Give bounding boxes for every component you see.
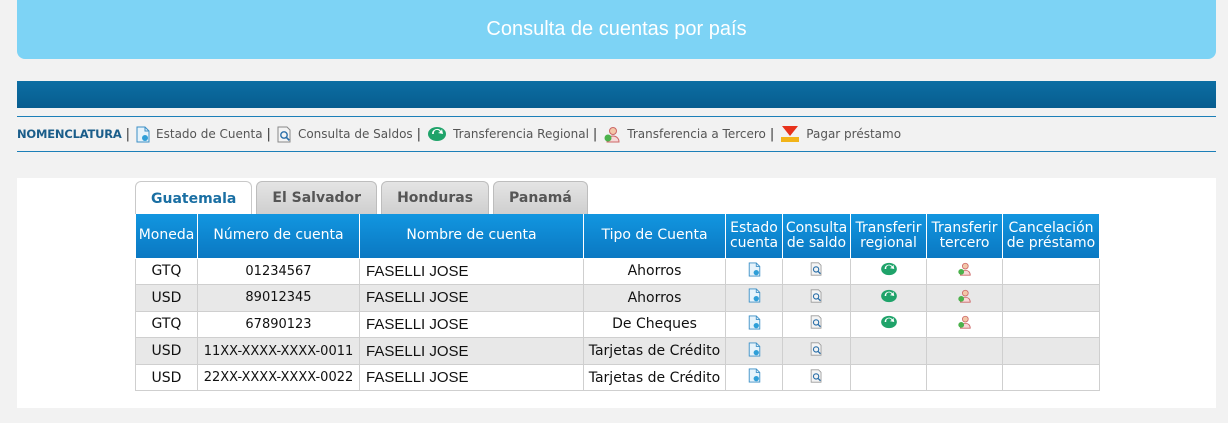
cell-account-type: Tarjetas de Crédito — [583, 363, 726, 392]
cell-regional — [850, 284, 927, 312]
cell-account-name: FASELLI JOSE — [359, 257, 584, 286]
cell-regional — [850, 363, 927, 392]
cell-loan — [1002, 284, 1100, 312]
cell-loan — [1002, 257, 1100, 286]
cell-third — [926, 310, 1003, 339]
tab-el-salvador[interactable]: El Salvador — [256, 181, 378, 214]
cell-account-name: FASELLI JOSE — [359, 363, 584, 392]
cell-third — [926, 363, 1003, 392]
cell-balance — [782, 284, 851, 312]
cell-balance — [782, 363, 851, 392]
legend-title: NOMENCLATURA — [17, 127, 122, 141]
col-balance: Consulta de saldo — [782, 214, 851, 259]
cell-third — [926, 284, 1003, 312]
cell-loan — [1002, 363, 1100, 392]
tab-panama[interactable]: Panamá — [493, 181, 588, 214]
cell-balance — [782, 337, 851, 365]
cell-balance — [782, 310, 851, 339]
third-party-transfer-icon — [603, 126, 621, 143]
third-party-transfer-icon[interactable] — [957, 289, 972, 307]
table-row: GTQ 01234567 FASELLI JOSE Ahorros — [135, 257, 1100, 286]
balance-inquiry-icon — [277, 126, 292, 143]
col-account-number: Número de cuenta — [197, 214, 360, 259]
col-account-type: Tipo de Cuenta — [583, 214, 726, 259]
col-statement: Estado cuenta — [725, 214, 783, 259]
table-row: GTQ 67890123 FASELLI JOSE De Cheques — [135, 310, 1100, 339]
cell-regional — [850, 310, 927, 339]
table-header-row: Moneda Número de cuenta Nombre de cuenta… — [135, 214, 1100, 259]
cell-account-type: Ahorros — [583, 257, 726, 286]
balance-inquiry-icon[interactable] — [810, 369, 823, 387]
cell-currency: GTQ — [135, 310, 198, 339]
legend-item-third-party: Transferencia a Tercero — [603, 126, 766, 143]
statement-icon[interactable] — [748, 342, 761, 361]
statement-icon[interactable] — [748, 368, 761, 387]
table-row: USD 11XX-XXXX-XXXX-0011 FASELLI JOSE Tarjet… — [135, 337, 1100, 365]
regional-transfer-icon[interactable] — [880, 289, 898, 307]
third-party-transfer-icon[interactable] — [957, 315, 972, 333]
cell-account-type: Tarjetas de Crédito — [583, 337, 726, 365]
cell-account-name: FASELLI JOSE — [359, 310, 584, 339]
tab-honduras[interactable]: Honduras — [381, 181, 490, 214]
pay-loan-icon — [780, 125, 800, 143]
cell-currency: USD — [135, 337, 198, 365]
cell-account-name: FASELLI JOSE — [359, 284, 584, 312]
legend-item-statement: Estado de Cuenta — [136, 126, 263, 143]
cell-balance — [782, 257, 851, 286]
cell-loan — [1002, 310, 1100, 339]
col-currency: Moneda — [135, 214, 198, 259]
cell-statement — [725, 257, 783, 286]
statement-icon[interactable] — [748, 288, 761, 307]
col-regional-transfer: Transferir regional — [850, 214, 927, 259]
cell-third — [926, 257, 1003, 286]
cell-statement — [725, 310, 783, 339]
col-account-name: Nombre de cuenta — [359, 214, 584, 259]
cell-account-number: 01234567 — [197, 257, 360, 286]
cell-account-number: 11XX-XXXX-XXXX-0011 — [197, 337, 360, 365]
page-title-bar: Consulta de cuentas por país — [17, 0, 1216, 59]
page-title: Consulta de cuentas por país — [486, 18, 747, 40]
third-party-transfer-icon[interactable] — [957, 262, 972, 280]
table-row: USD 89012345 FASELLI JOSE Ahorros — [135, 284, 1100, 312]
country-tabs: Guatemala El Salvador Honduras Panamá — [135, 181, 588, 215]
regional-transfer-icon — [427, 126, 447, 142]
cell-account-number: 67890123 — [197, 310, 360, 339]
tab-guatemala[interactable]: Guatemala — [135, 181, 253, 215]
legend-item-regional: Transferencia Regional — [427, 126, 589, 142]
legend-item-pay-loan: Pagar préstamo — [780, 125, 901, 143]
statement-icon[interactable] — [748, 262, 761, 281]
cell-account-name: FASELLI JOSE — [359, 337, 584, 365]
statement-icon — [136, 126, 150, 143]
legend-item-balance: Consulta de Saldos — [277, 126, 413, 143]
cell-regional — [850, 337, 927, 365]
balance-inquiry-icon[interactable] — [810, 289, 823, 307]
cell-loan — [1002, 337, 1100, 365]
cell-account-type: Ahorros — [583, 284, 726, 312]
col-third-party-transfer: Transferir tercero — [926, 214, 1003, 259]
cell-currency: USD — [135, 363, 198, 392]
accounts-table: Moneda Número de cuenta Nombre de cuenta… — [135, 214, 1100, 392]
cell-account-number: 89012345 — [197, 284, 360, 312]
cell-statement — [725, 363, 783, 392]
legend-bar: NOMENCLATURA | Estado de Cuenta | Consul… — [17, 116, 1216, 152]
balance-inquiry-icon[interactable] — [810, 262, 823, 280]
table-row: USD 22XX-XXXX-XXXX-0022 FASELLI JOSE Tarjet… — [135, 363, 1100, 392]
balance-inquiry-icon[interactable] — [810, 342, 823, 360]
cell-statement — [725, 337, 783, 365]
cell-account-number: 22XX-XXXX-XXXX-0022 — [197, 363, 360, 392]
cell-currency: USD — [135, 284, 198, 312]
cell-currency: GTQ — [135, 257, 198, 286]
cell-regional — [850, 257, 927, 286]
cell-statement — [725, 284, 783, 312]
regional-transfer-icon[interactable] — [880, 315, 898, 333]
cell-account-type: De Cheques — [583, 310, 726, 339]
col-loan-payoff: Cancelación de préstamo — [1002, 214, 1100, 259]
regional-transfer-icon[interactable] — [880, 262, 898, 280]
header-band — [17, 81, 1216, 108]
cell-third — [926, 337, 1003, 365]
balance-inquiry-icon[interactable] — [810, 315, 823, 333]
statement-icon[interactable] — [748, 315, 761, 334]
